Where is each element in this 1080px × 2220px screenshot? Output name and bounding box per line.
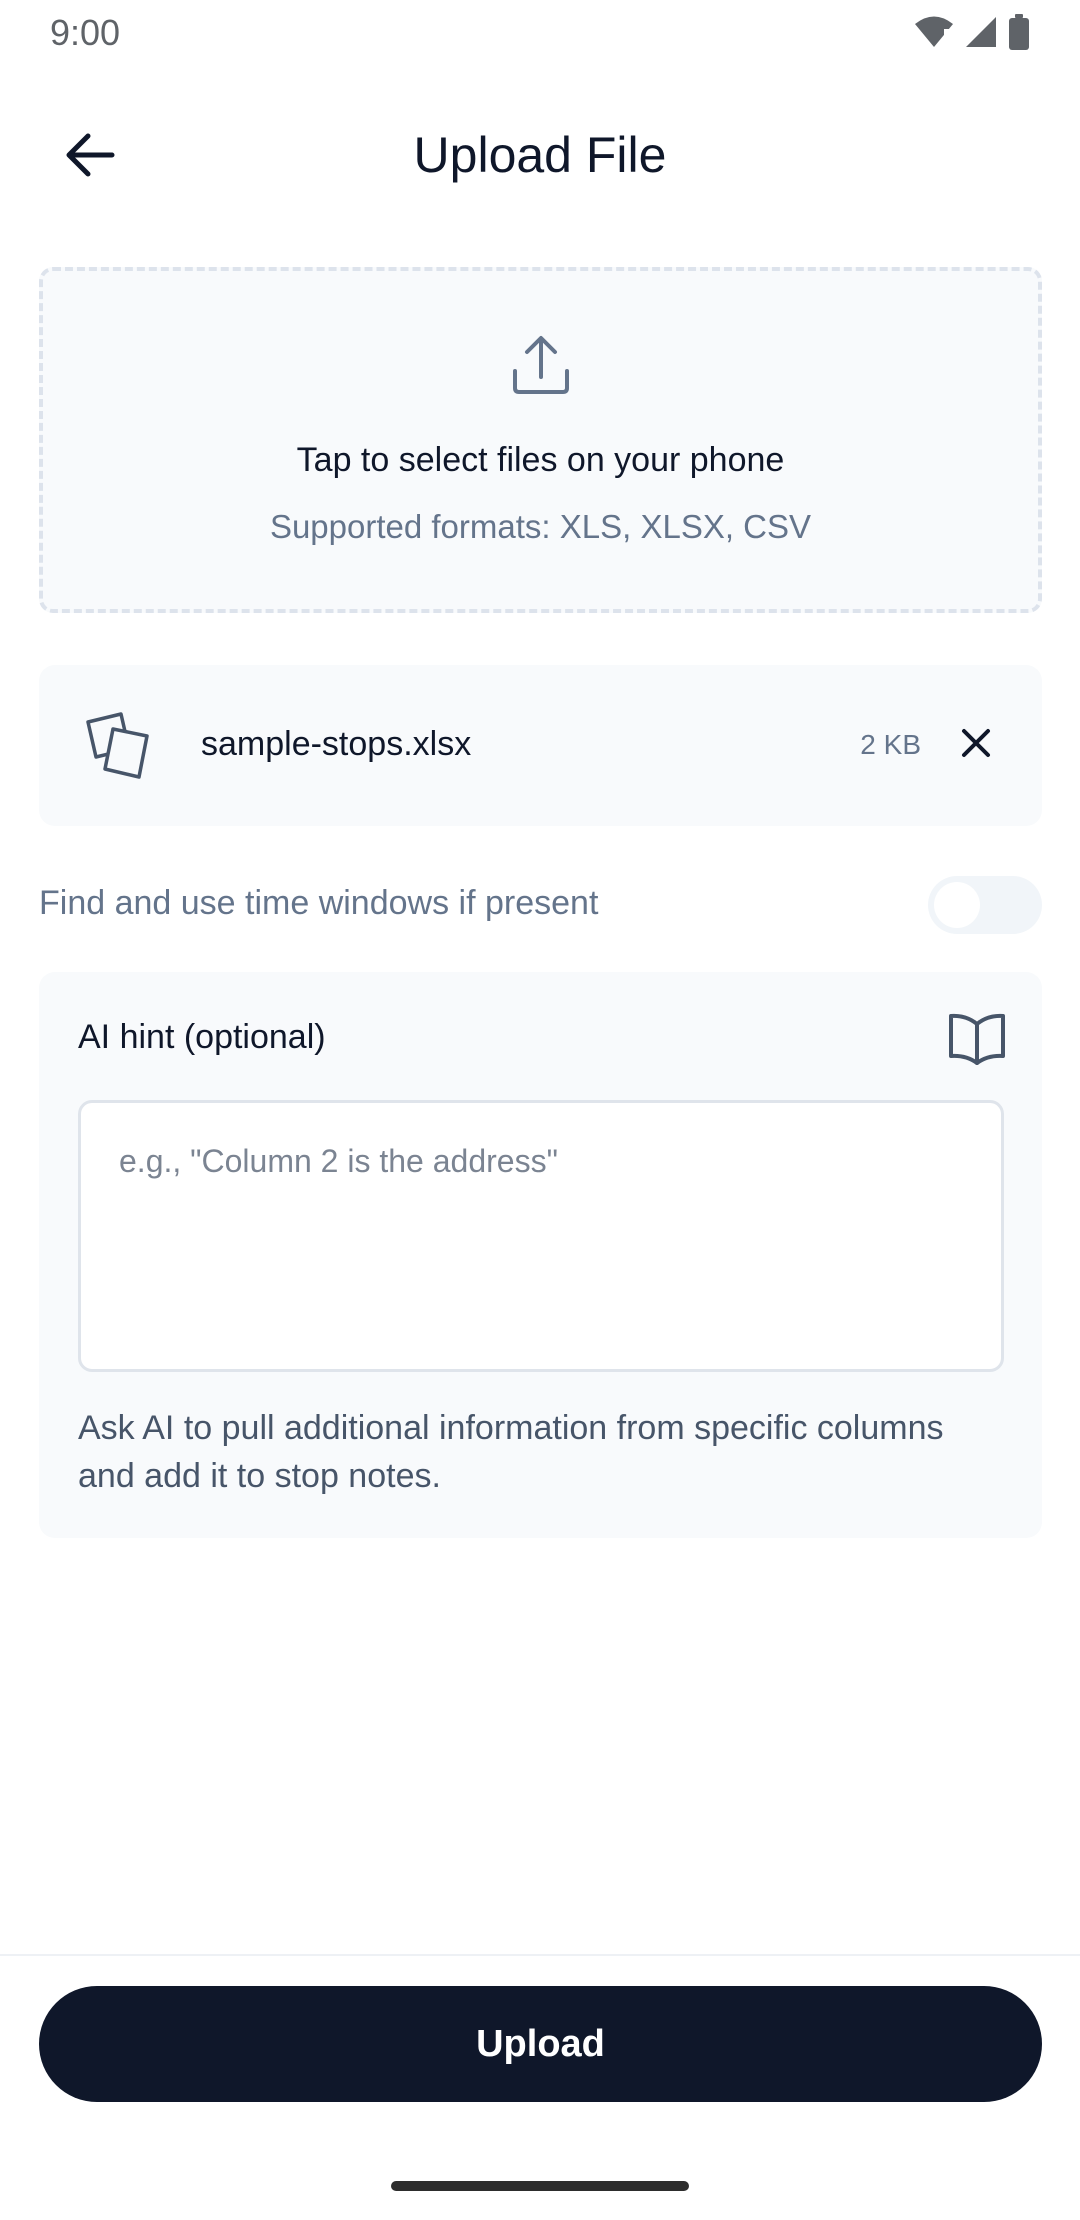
close-icon <box>960 727 992 764</box>
upload-file-screen: 9:00 Upload File Tap to select files on … <box>0 0 1080 2220</box>
bottom-divider <box>0 1954 1080 1956</box>
selected-file-card: sample-stops.xlsx 2 KB <box>39 665 1042 826</box>
time-windows-label: Find and use time windows if present <box>39 884 599 922</box>
wifi-icon <box>914 15 954 49</box>
upload-icon <box>509 333 573 402</box>
time-windows-row: Find and use time windows if present <box>39 872 1042 936</box>
status-icons <box>914 14 1030 50</box>
ai-hint-card: AI hint (optional) Ask AI to pull additi… <box>39 972 1042 1538</box>
signal-icon <box>964 15 998 49</box>
status-bar: 9:00 <box>0 0 1080 70</box>
book-open-icon[interactable] <box>948 1012 1006 1071</box>
file-name: sample-stops.xlsx <box>201 725 472 763</box>
header: Upload File <box>0 100 1080 212</box>
supported-formats: Supported formats: XLS, XLSX, CSV <box>269 508 812 545</box>
toggle-knob <box>934 882 980 928</box>
home-indicator <box>391 2181 689 2191</box>
upload-button[interactable]: Upload <box>39 1986 1042 2102</box>
file-drop-zone[interactable]: Tap to select files on your phone Suppor… <box>39 267 1042 613</box>
ai-hint-input[interactable] <box>78 1100 1004 1372</box>
battery-icon <box>1008 14 1030 50</box>
file-icon <box>85 711 159 786</box>
status-time: 9:00 <box>50 12 121 53</box>
ai-hint-title: AI hint (optional) <box>78 1018 326 1056</box>
time-windows-toggle[interactable] <box>928 876 1042 934</box>
remove-file-button[interactable] <box>946 715 1006 775</box>
drop-zone-title: Tap to select files on your phone <box>296 441 785 479</box>
page-title: Upload File <box>413 127 667 183</box>
file-size: 2 KB <box>860 729 921 760</box>
ai-hint-help: Ask AI to pull additional information fr… <box>78 1409 944 1495</box>
